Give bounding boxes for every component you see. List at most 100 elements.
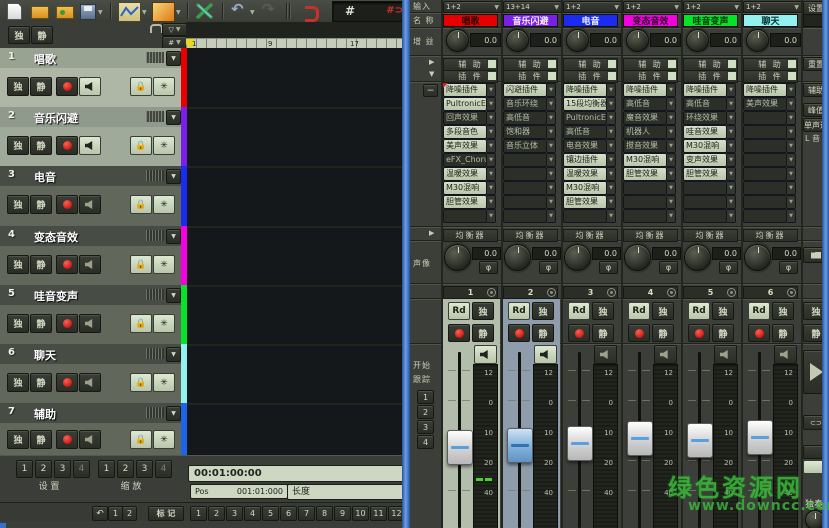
track-grip[interactable] — [146, 348, 164, 359]
undo-dropdown-icon[interactable]: ▼ — [250, 9, 255, 16]
track-row[interactable]: 7 辅助 ▼ 独 静 🔒 ✳ — [0, 403, 402, 457]
input-select[interactable]: 1+2▼ — [743, 1, 802, 13]
channel-solo-button[interactable]: 独 — [532, 302, 554, 320]
track-fx-wheel-button[interactable]: ✳ — [153, 373, 175, 392]
marker-number-button[interactable]: 7 — [298, 506, 315, 521]
rd-automation-button[interactable]: Rd — [748, 302, 770, 320]
mute-object-icon[interactable] — [195, 2, 214, 20]
track-record-button[interactable] — [56, 77, 78, 96]
channel-select-icon[interactable] — [667, 288, 676, 297]
plugin-slot[interactable]: ▼ — [623, 195, 676, 207]
track-solo-button[interactable]: 独 — [7, 314, 29, 333]
plugin-slot[interactable]: M30混响▼ — [443, 181, 496, 193]
track-header[interactable]: 6 聊天 ▼ — [0, 344, 181, 364]
channel-solo-button[interactable]: 独 — [772, 302, 794, 320]
filter-dropdown[interactable]: ▽▼ — [162, 23, 187, 36]
zoom-button-4[interactable]: 4 — [155, 460, 172, 478]
track-fx-wheel-button[interactable]: ✳ — [153, 314, 175, 333]
gain-knob[interactable] — [506, 29, 529, 52]
channel-monitor-button[interactable] — [714, 345, 737, 364]
track-mute-button[interactable]: 静 — [30, 255, 52, 274]
arranger-solo-button[interactable]: 独 — [8, 26, 30, 44]
plugin-slot[interactable]: 降噪插件▼ — [563, 83, 616, 95]
phase-button[interactable]: φ — [719, 261, 738, 274]
channel-select-icon[interactable] — [787, 288, 796, 297]
window-divider[interactable] — [402, 0, 410, 528]
channel-name[interactable]: 哇音变声 — [683, 14, 738, 27]
track-header[interactable]: 4 变态音效 ▼ — [0, 226, 181, 246]
rd-automation-button[interactable]: Rd — [628, 302, 650, 320]
set-button-1[interactable]: 1 — [16, 460, 33, 478]
track-monitor-button[interactable] — [79, 255, 101, 274]
channel-record-button[interactable] — [448, 324, 470, 342]
plugins-indicator[interactable] — [607, 71, 617, 81]
aux-indicator[interactable] — [787, 59, 797, 69]
channel-record-button[interactable] — [688, 324, 710, 342]
track-header[interactable]: 7 辅助 ▼ — [0, 403, 181, 423]
arranger-mute-button[interactable]: 静 — [31, 26, 53, 44]
fade-tool-icon[interactable] — [152, 2, 175, 22]
track-record-button[interactable] — [56, 373, 78, 392]
plugin-slot[interactable]: ▼ — [743, 139, 796, 151]
mixer-settings-button[interactable]: 设置 — [803, 1, 822, 15]
master-option-light-button[interactable] — [803, 460, 822, 474]
aux-indicator[interactable] — [547, 59, 557, 69]
eq-expand-icon[interactable]: ▶ — [429, 229, 434, 237]
input-select[interactable]: 1+2▼ — [623, 1, 682, 13]
track-mute-button[interactable]: 静 — [30, 77, 52, 96]
track-lock-button[interactable]: 🔒 — [130, 373, 152, 392]
track-lock-button[interactable]: 🔒 — [130, 195, 152, 214]
plugin-slot[interactable]: ▼ — [743, 209, 796, 221]
track-row[interactable]: 5 哇音变声 ▼ 独 静 🔒 ✳ — [0, 285, 402, 346]
back-arrow-button[interactable]: ↶ — [92, 506, 108, 521]
channel-mute-button[interactable]: 静 — [532, 324, 554, 342]
import-folder-icon[interactable] — [56, 6, 74, 19]
track-menu-button[interactable]: ▼ — [166, 169, 181, 184]
channel-mute-button[interactable]: 静 — [772, 324, 794, 342]
save-icon[interactable] — [80, 4, 96, 20]
volume-fader[interactable] — [567, 426, 593, 461]
marker-number-button[interactable]: 3 — [226, 506, 243, 521]
track-solo-button[interactable]: 独 — [7, 430, 29, 449]
aux-indicator[interactable] — [727, 59, 737, 69]
peak-button[interactable]: 峰值 — [803, 103, 822, 117]
marker-number-button[interactable]: 11 — [370, 506, 387, 521]
phase-button[interactable]: φ — [479, 261, 498, 274]
fade-dropdown-icon[interactable]: ▼ — [176, 9, 181, 16]
track-mute-button[interactable]: 静 — [30, 314, 52, 333]
track-grip[interactable] — [146, 52, 164, 63]
plugin-slot[interactable]: M30混响▼ — [623, 153, 676, 165]
plugin-slot[interactable]: 机器人▼ — [623, 125, 676, 137]
master-mute-button[interactable]: 静 — [803, 324, 822, 342]
track-menu-button[interactable]: ▼ — [166, 51, 181, 66]
track-record-button[interactable] — [56, 430, 78, 449]
track-lock-button[interactable]: 🔒 — [130, 77, 152, 96]
track-lock-button[interactable]: 🔒 — [130, 430, 152, 449]
plugin-slot[interactable]: 降噪插件▼ — [743, 83, 796, 95]
collapse-plugins-button[interactable]: − — [423, 84, 438, 97]
track-record-button[interactable] — [56, 136, 78, 155]
marker-number-button[interactable]: 8 — [316, 506, 333, 521]
track-header[interactable]: 3 电音 ▼ — [0, 166, 181, 186]
plugin-slot[interactable]: 15段均衡器▼ — [563, 97, 616, 109]
new-file-icon[interactable] — [7, 3, 22, 20]
track-grip[interactable] — [146, 230, 164, 241]
channel-select-icon[interactable] — [727, 288, 736, 297]
channel-solo-button[interactable]: 独 — [712, 302, 734, 320]
plugin-slot[interactable]: 降噪插件▼ — [623, 83, 676, 95]
track-row[interactable]: 2 音乐闪避 ▼ 独 静 🔒 ✳ — [0, 107, 402, 168]
gain-knob[interactable] — [446, 29, 469, 52]
track-grip[interactable] — [146, 289, 164, 300]
channel-mute-button[interactable]: 静 — [472, 324, 494, 342]
gain-knob[interactable] — [626, 29, 649, 52]
channel-name[interactable]: 音乐闪避 — [503, 14, 558, 27]
aux-expand-icon[interactable]: ▶ — [429, 58, 434, 66]
plugin-slot[interactable]: ▼ — [563, 209, 616, 221]
eq-section-button[interactable]: 均衡器 — [623, 229, 678, 242]
channel-record-button[interactable] — [568, 324, 590, 342]
master-option-dark-button[interactable] — [803, 445, 822, 459]
channel-monitor-button[interactable] — [774, 345, 797, 364]
marker-number-button[interactable]: 6 — [280, 506, 297, 521]
plugin-slot[interactable]: ▼ — [503, 167, 556, 179]
plugin-slot[interactable]: 变声效果▼ — [683, 153, 736, 165]
